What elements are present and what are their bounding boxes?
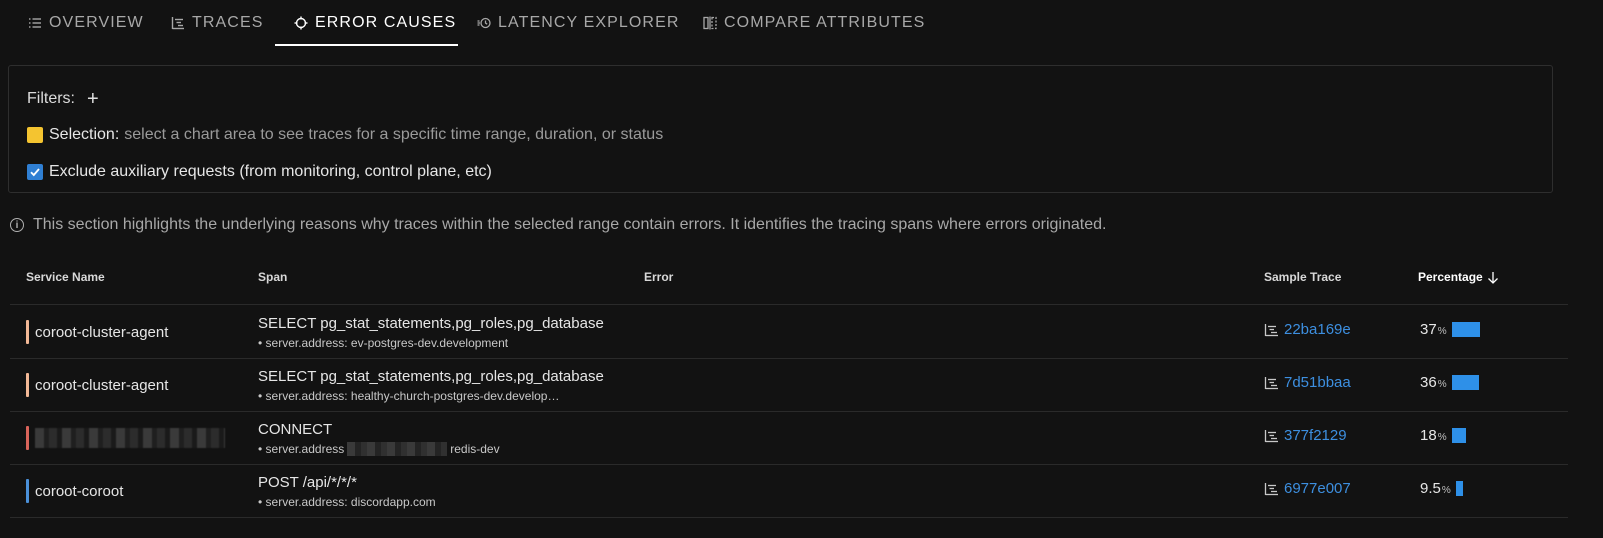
service-cell: coroot-cluster-agent xyxy=(26,320,168,344)
trace-id: 6977e007 xyxy=(1284,480,1351,497)
filters-row: Filters: + xyxy=(27,89,99,109)
tab-label: COMPARE ATTRIBUTES xyxy=(724,14,926,31)
exclude-auxiliary-checkbox[interactable] xyxy=(27,164,43,180)
span-name: CONNECT xyxy=(258,421,333,438)
info-text: This section highlights the underlying r… xyxy=(33,216,1107,233)
service-name: coroot-cluster-agent xyxy=(35,376,169,394)
tab-label: TRACES xyxy=(192,14,264,31)
trace-id: 7d51bbaa xyxy=(1284,374,1351,391)
info-icon: i xyxy=(10,218,24,232)
sample-trace-link[interactable]: 22ba169e xyxy=(1264,321,1351,338)
percentage-cell: 9.5% xyxy=(1420,480,1463,497)
span-attribute: • server.address: ev-postgres-dev.develo… xyxy=(258,336,509,350)
exclude-auxiliary-label[interactable]: Exclude auxiliary requests (from monitor… xyxy=(49,163,492,181)
span-attribute: • server.address: healthy-church-postgre… xyxy=(258,389,560,403)
sample-trace-link[interactable]: 377f2129 xyxy=(1264,427,1347,444)
traces-icon xyxy=(171,17,184,30)
latency-icon xyxy=(477,17,491,29)
compare-icon xyxy=(703,16,717,30)
percent-sign: % xyxy=(1437,325,1447,337)
service-cell: coroot-coroot xyxy=(26,479,123,503)
percent-sign: % xyxy=(1437,431,1447,443)
percentage-cell: 18% xyxy=(1420,427,1466,444)
add-filter-button[interactable]: + xyxy=(87,89,99,109)
percent-sign: % xyxy=(1441,484,1451,496)
table-row[interactable]: coroot-cluster-agent SELECT pg_stat_stat… xyxy=(0,305,1603,358)
percentage-bar xyxy=(1451,322,1480,337)
filters-label: Filters: xyxy=(27,90,75,107)
info-banner: i This section highlights the underlying… xyxy=(10,216,1106,234)
percentage-value: 18 xyxy=(1420,427,1437,444)
tab-latency-explorer[interactable]: LATENCY EXPLORER xyxy=(477,0,680,46)
span-attribute-prefix: • server.address xyxy=(258,442,345,456)
percent-sign: % xyxy=(1437,378,1447,390)
sort-arrow-down-icon xyxy=(1487,271,1498,284)
tab-bar: OVERVIEW TRACES ERROR CAUSES LATENCY EXP… xyxy=(0,0,1603,48)
header-percentage-label: Percentage xyxy=(1418,270,1483,284)
row-divider xyxy=(10,517,1568,518)
tab-label: ERROR CAUSES xyxy=(315,14,457,31)
check-icon xyxy=(30,168,40,177)
trace-icon xyxy=(1264,429,1278,442)
service-cell: coroot-cluster-agent xyxy=(26,373,168,397)
filters-panel: Filters: + Selection: select a chart are… xyxy=(8,65,1553,193)
service-cell xyxy=(26,426,225,450)
percentage-cell: 36% xyxy=(1420,374,1479,391)
tab-label: OVERVIEW xyxy=(49,14,144,31)
trace-id: 377f2129 xyxy=(1284,427,1347,444)
percentage-bar xyxy=(1455,481,1463,496)
sample-trace-link[interactable]: 7d51bbaa xyxy=(1264,374,1351,391)
service-name: coroot-coroot xyxy=(35,482,124,500)
table-row[interactable]: CONNECT • server.address redis-dev 377f2… xyxy=(0,411,1603,464)
selection-label: Selection: xyxy=(49,126,120,143)
percentage-value: 37 xyxy=(1420,321,1437,338)
header-service-name[interactable]: Service Name xyxy=(26,270,105,284)
redacted-service-name xyxy=(35,428,225,448)
service-color-bar xyxy=(26,426,29,450)
trace-icon xyxy=(1264,376,1278,389)
span-name: SELECT pg_stat_statements,pg_roles,pg_da… xyxy=(258,368,604,385)
trace-icon xyxy=(1264,323,1278,336)
percentage-bar xyxy=(1451,428,1466,443)
crosshair-icon xyxy=(294,16,308,30)
service-color-bar xyxy=(26,320,29,344)
selection-hint: select a chart area to see traces for a … xyxy=(124,126,664,143)
percentage-value: 36 xyxy=(1420,374,1437,391)
header-percentage[interactable]: Percentage xyxy=(1418,270,1499,284)
selection-swatch xyxy=(27,127,43,143)
service-name: coroot-cluster-agent xyxy=(35,323,169,341)
percentage-value: 9.5 xyxy=(1420,480,1441,497)
table-row[interactable]: coroot-coroot POST /api/*/*/* • server.a… xyxy=(0,464,1603,517)
span-attribute: • server.address: discordapp.com xyxy=(258,495,436,509)
span-attribute-suffix: redis-dev xyxy=(450,442,500,456)
header-error[interactable]: Error xyxy=(644,270,673,284)
span-attribute: • server.address redis-dev xyxy=(258,442,500,456)
selection-row: Selection: select a chart area to see tr… xyxy=(27,126,663,144)
tab-compare-attributes[interactable]: COMPARE ATTRIBUTES xyxy=(703,0,925,46)
percentage-cell: 37% xyxy=(1420,321,1480,338)
tab-label: LATENCY EXPLORER xyxy=(498,14,680,31)
tab-error-causes[interactable]: ERROR CAUSES xyxy=(294,0,456,46)
percentage-bar xyxy=(1451,375,1479,390)
table-row[interactable]: coroot-cluster-agent SELECT pg_stat_stat… xyxy=(0,358,1603,411)
tab-overview[interactable]: OVERVIEW xyxy=(28,0,144,46)
list-icon xyxy=(29,18,41,28)
exclude-auxiliary-row: Exclude auxiliary requests (from monitor… xyxy=(27,163,492,181)
service-color-bar xyxy=(26,373,29,397)
service-color-bar xyxy=(26,479,29,503)
header-span[interactable]: Span xyxy=(258,270,287,284)
tab-traces[interactable]: TRACES xyxy=(171,0,264,46)
redacted-attribute xyxy=(347,442,448,456)
sample-trace-link[interactable]: 6977e007 xyxy=(1264,480,1351,497)
trace-id: 22ba169e xyxy=(1284,321,1351,338)
header-sample-trace[interactable]: Sample Trace xyxy=(1264,270,1341,284)
trace-icon xyxy=(1264,482,1278,495)
span-name: POST /api/*/*/* xyxy=(258,474,357,491)
span-name: SELECT pg_stat_statements,pg_roles,pg_da… xyxy=(258,315,604,332)
active-tab-indicator xyxy=(275,44,458,46)
